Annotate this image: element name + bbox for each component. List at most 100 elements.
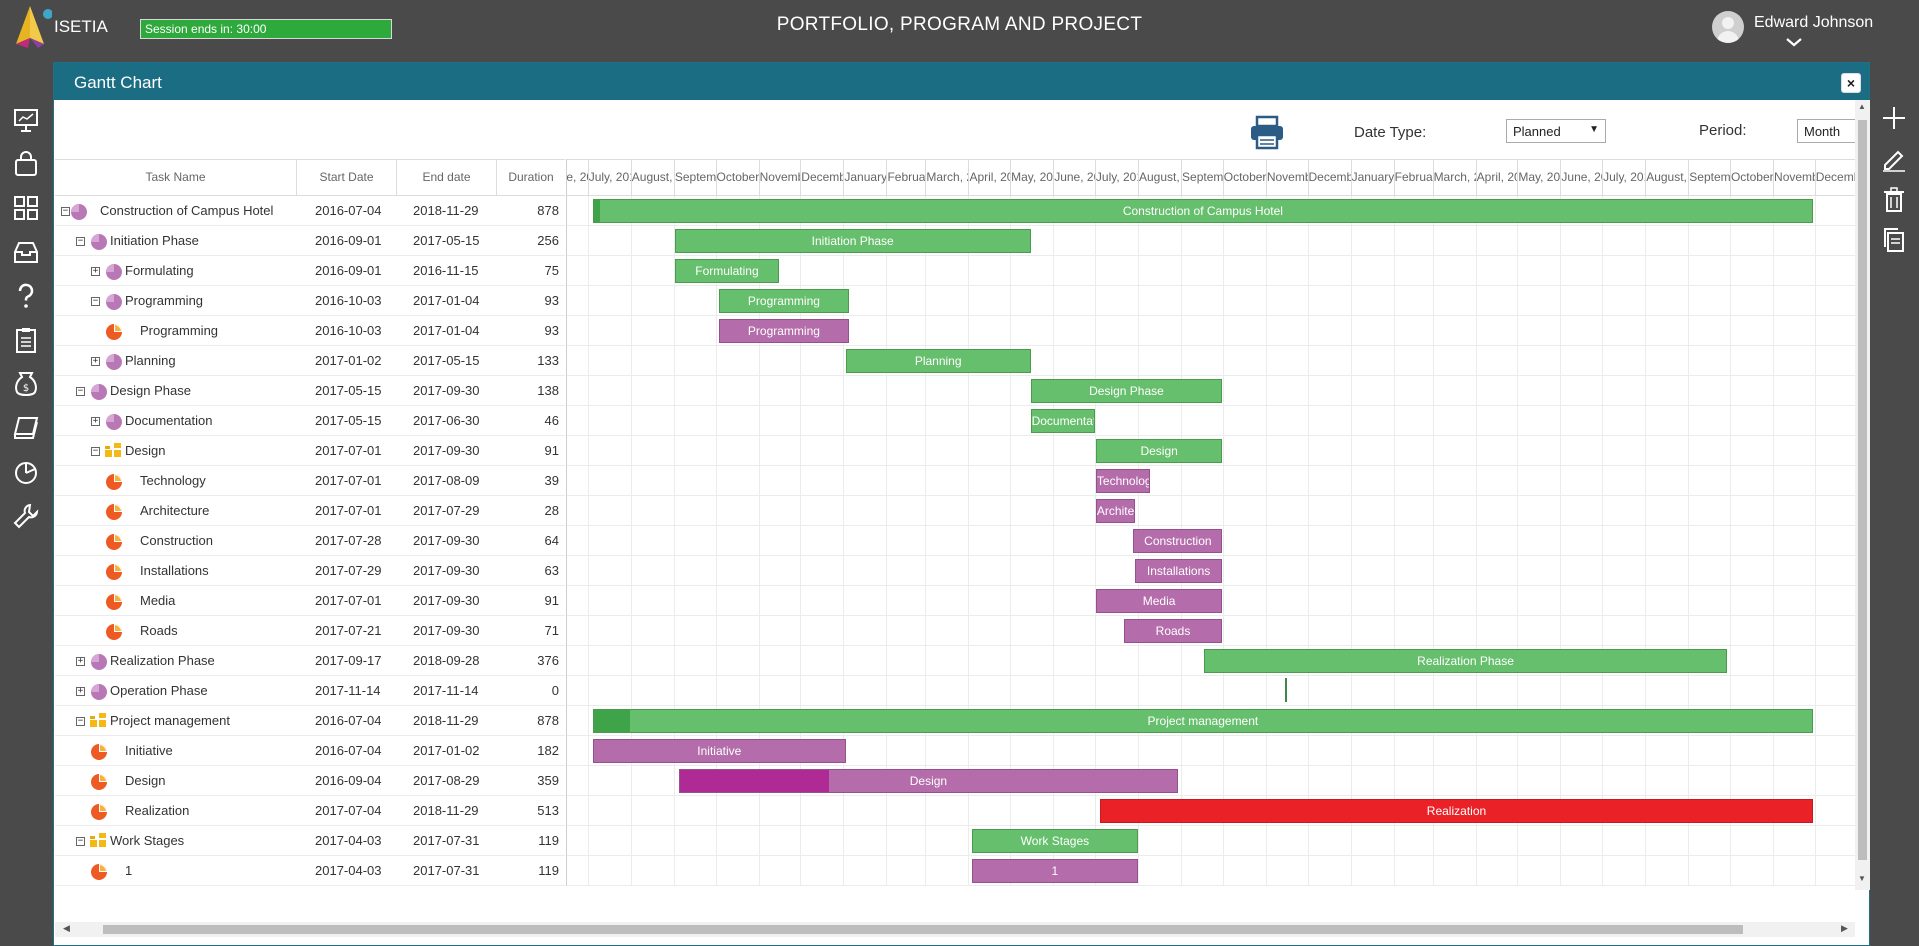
gantt-bar[interactable]: Programming	[719, 319, 849, 343]
task-row[interactable]: Realization 2017-07-04 2018-11-29 513	[55, 796, 565, 826]
gantt-bar[interactable]: Project management	[592, 709, 1813, 733]
wrench-icon[interactable]	[12, 502, 40, 530]
collapse-icon[interactable]: −	[76, 387, 85, 396]
edit-icon[interactable]	[1880, 146, 1908, 174]
gantt-bar[interactable]: Roads	[1123, 619, 1223, 643]
gantt-bar[interactable]: Work Stages	[972, 829, 1138, 853]
horizontal-scrollbar[interactable]: ◀ ▶	[55, 922, 1855, 937]
date-type-select[interactable]: Planned ▼	[1506, 119, 1606, 143]
expand-icon[interactable]: +	[76, 657, 85, 666]
gantt-bar[interactable]: Planning	[845, 349, 1031, 373]
delete-icon[interactable]	[1880, 186, 1908, 214]
timeline-row-line	[567, 375, 1857, 376]
task-row[interactable]: + Documentation 2017-05-15 2017-06-30 46	[55, 406, 565, 436]
book-icon[interactable]	[12, 414, 40, 442]
vertical-scrollbar[interactable]: ▲ ▼	[1855, 100, 1870, 890]
task-row[interactable]: 1 2017-04-03 2017-07-31 119	[55, 856, 565, 886]
gantt-bar[interactable]: Design Phase	[1030, 379, 1223, 403]
gantt-bar[interactable]: Initiative	[592, 739, 846, 763]
gantt-bar[interactable]: Initiation Phase	[674, 229, 1031, 253]
close-button[interactable]: ×	[1841, 73, 1861, 93]
gantt-bar[interactable]: Realization Phase	[1204, 649, 1727, 673]
print-icon[interactable]	[1248, 115, 1286, 151]
pie-chart-icon[interactable]	[12, 458, 40, 486]
column-end-date[interactable]: End date	[397, 160, 497, 195]
gantt-bar[interactable]: Documentation	[1030, 409, 1095, 433]
timeline-month: January, 2017	[844, 160, 888, 195]
collapse-icon[interactable]: −	[76, 717, 85, 726]
gantt-bar[interactable]: 1	[972, 859, 1138, 883]
gantt-bar[interactable]: Construction	[1133, 529, 1223, 553]
gantt-bar[interactable]: Design	[1095, 439, 1223, 463]
question-icon[interactable]	[12, 282, 40, 310]
expand-icon[interactable]: +	[91, 357, 100, 366]
end-date: 2017-09-30	[413, 533, 480, 548]
expand-icon[interactable]: +	[91, 267, 100, 276]
task-row[interactable]: − Construction of Campus Hotel 2016-07-04 2…	[55, 196, 565, 226]
task-row[interactable]: Design 2016-09-04 2017-08-29 359	[55, 766, 565, 796]
duration: 39	[544, 473, 559, 488]
task-row[interactable]: Architecture 2017-07-01 2017-07-29 28	[55, 496, 565, 526]
gantt-bar[interactable]: Programming	[719, 289, 849, 313]
milestone-marker[interactable]	[1284, 678, 1287, 702]
collapse-icon[interactable]: −	[76, 837, 85, 846]
collapse-icon[interactable]: −	[76, 237, 85, 246]
column-task-name[interactable]: Task Name	[55, 160, 297, 195]
scroll-right-icon[interactable]: ▶	[1841, 923, 1848, 934]
avatar[interactable]	[1712, 11, 1744, 43]
task-row[interactable]: Programming 2016-10-03 2017-01-04 93	[55, 316, 565, 346]
add-icon[interactable]	[1880, 104, 1908, 132]
gantt-bar[interactable]: Design	[679, 769, 1178, 793]
end-date: 2017-07-31	[413, 863, 480, 878]
money-bag-icon[interactable]: $	[12, 370, 40, 398]
period-select[interactable]: Month	[1797, 119, 1857, 143]
start-date: 2017-04-03	[315, 833, 382, 848]
expand-icon[interactable]: +	[91, 417, 100, 426]
gantt-bar[interactable]: Architecture	[1095, 499, 1135, 523]
task-row[interactable]: − Initiation Phase 2016-09-01 2017-05-15 256	[55, 226, 565, 256]
task-icon	[88, 740, 110, 762]
task-row[interactable]: + Formulating 2016-09-01 2016-11-15 75	[55, 256, 565, 286]
task-row[interactable]: + Planning 2017-01-02 2017-05-15 133	[55, 346, 565, 376]
column-start-date[interactable]: Start Date	[297, 160, 397, 195]
task-row[interactable]: − Work Stages 2017-04-03 2017-07-31 119	[55, 826, 565, 856]
end-date: 2017-08-09	[413, 473, 480, 488]
gantt-bar[interactable]: Realization	[1100, 799, 1813, 823]
expand-icon[interactable]: +	[76, 687, 85, 696]
copy-icon[interactable]	[1880, 226, 1908, 254]
collapse-icon[interactable]: −	[91, 297, 100, 306]
task-row[interactable]: + Realization Phase 2017-09-17 2018-09-28 37…	[55, 646, 565, 676]
inbox-icon[interactable]	[12, 238, 40, 266]
grid-icon[interactable]	[12, 194, 40, 222]
scroll-left-icon[interactable]: ◀	[63, 923, 70, 934]
chevron-down-icon[interactable]	[1785, 36, 1803, 48]
presentation-icon[interactable]	[12, 106, 40, 134]
gantt-bar[interactable]: Installations	[1134, 559, 1223, 583]
gantt-bar[interactable]: Construction of Campus Hotel	[592, 199, 1813, 223]
timeline-row-line	[567, 735, 1857, 736]
gantt-bar[interactable]: Media	[1095, 589, 1223, 613]
task-row[interactable]: Roads 2017-07-21 2017-09-30 71	[55, 616, 565, 646]
vertical-scroll-thumb[interactable]	[1858, 120, 1867, 860]
gantt-bar[interactable]: Formulating	[674, 259, 780, 283]
task-row[interactable]: Initiative 2016-07-04 2017-01-02 182	[55, 736, 565, 766]
scroll-up-icon[interactable]: ▲	[1858, 102, 1866, 111]
horizontal-scroll-thumb[interactable]	[103, 925, 1743, 934]
collapse-icon[interactable]: −	[91, 447, 100, 456]
task-row[interactable]: − Design Phase 2017-05-15 2017-09-30 138	[55, 376, 565, 406]
task-row[interactable]: − Programming 2016-10-03 2017-01-04 93	[55, 286, 565, 316]
gantt-bar[interactable]: Technology	[1095, 469, 1151, 493]
task-row[interactable]: − Project management 2016-07-04 2018-11-29 8…	[55, 706, 565, 736]
shopping-bag-icon[interactable]	[12, 150, 40, 178]
task-row[interactable]: − Design 2017-07-01 2017-09-30 91	[55, 436, 565, 466]
task-row[interactable]: Construction 2017-07-28 2017-09-30 64	[55, 526, 565, 556]
task-row[interactable]: Media 2017-07-01 2017-09-30 91	[55, 586, 565, 616]
task-row[interactable]: Technology 2017-07-01 2017-08-09 39	[55, 466, 565, 496]
clipboard-icon[interactable]	[12, 326, 40, 354]
task-row[interactable]: Installations 2017-07-29 2017-09-30 63	[55, 556, 565, 586]
end-date: 2017-01-04	[413, 293, 480, 308]
user-name[interactable]: Edward Johnson	[1754, 14, 1873, 32]
column-duration[interactable]: Duration	[497, 160, 565, 195]
scroll-down-icon[interactable]: ▼	[1858, 874, 1866, 883]
task-row[interactable]: + Operation Phase 2017-11-14 2017-11-14 0	[55, 676, 565, 706]
